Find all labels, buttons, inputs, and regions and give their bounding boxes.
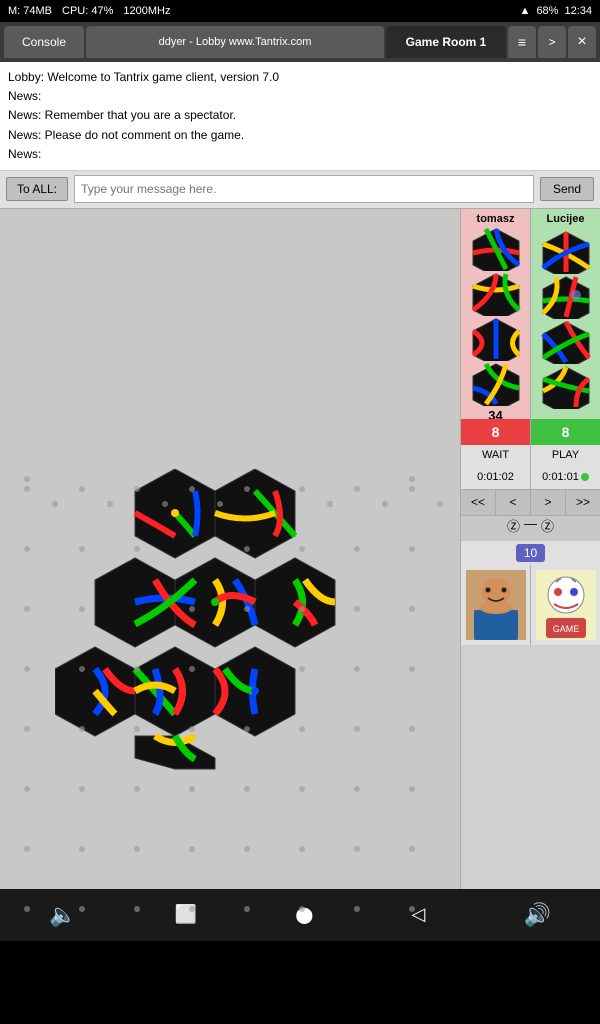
- player-left: tomasz: [461, 209, 531, 419]
- player-right-name: Lucijee: [547, 213, 585, 225]
- chat-line-2: News:: [8, 87, 592, 106]
- timer-row: 0:01:02 0:01:01: [461, 465, 600, 489]
- status-right: ▲ 68% 12:34: [520, 5, 592, 17]
- right-panel: tomasz: [460, 209, 600, 889]
- symbol-row: Ⓩ — Ⓩ: [461, 515, 600, 541]
- tile-left-1: [471, 227, 521, 271]
- timer-left: 0:01:02: [461, 465, 531, 489]
- score-left: 8: [461, 419, 531, 445]
- avatar-right: GAME: [531, 565, 600, 645]
- tab-close[interactable]: ×: [568, 26, 596, 58]
- time-label: 12:34: [564, 5, 592, 17]
- status-row: WAIT PLAY: [461, 445, 600, 465]
- nav-btn-last[interactable]: >>: [566, 490, 600, 515]
- tile-right-3: [541, 320, 591, 364]
- svg-text:GAME: GAME: [552, 624, 579, 634]
- symbol-left: Ⓩ: [507, 516, 520, 541]
- chat-line-1: Lobby: Welcome to Tantrix game client, v…: [8, 68, 592, 87]
- nav-btn-next[interactable]: >: [531, 490, 566, 515]
- nav-btn-first[interactable]: <<: [461, 490, 496, 515]
- counter-badge: 10: [516, 544, 545, 562]
- message-row: To ALL: Send: [0, 171, 600, 209]
- board-area: /* dots rendered inline */: [0, 209, 460, 889]
- symbol-right: Ⓩ: [541, 516, 554, 541]
- message-input[interactable]: [74, 175, 534, 203]
- status-left: M: 74MB CPU: 47% 1200MHz: [8, 5, 170, 17]
- player-left-name: tomasz: [477, 213, 515, 225]
- player-right-tiles: [541, 227, 591, 413]
- symbol-dash: —: [524, 516, 537, 541]
- to-all-button[interactable]: To ALL:: [6, 177, 68, 201]
- avatar-right-img: GAME: [536, 570, 596, 640]
- close-icon: ×: [577, 33, 586, 51]
- tile-right-4: [541, 365, 591, 409]
- tab-console[interactable]: Console: [4, 26, 84, 58]
- score-row: 8 8: [461, 419, 600, 445]
- status-left: WAIT: [461, 445, 531, 465]
- wifi-icon: ▲: [520, 5, 531, 17]
- players-row: tomasz: [461, 209, 600, 419]
- player-right: Lucijee: [531, 209, 600, 419]
- tile-right-2: [541, 275, 591, 319]
- tile-right-1: [541, 230, 591, 274]
- chat-line-3: News: Remember that you are a spectator.: [8, 106, 592, 125]
- status-right: PLAY: [531, 445, 600, 465]
- avatars-row: GAME: [461, 565, 600, 645]
- tab-menu[interactable]: ≡: [508, 26, 536, 58]
- tab-gameroom[interactable]: Game Room 1: [386, 26, 506, 58]
- battery-label: 68%: [536, 5, 558, 17]
- chat-area: Lobby: Welcome to Tantrix game client, v…: [0, 62, 600, 171]
- avatar-left-img: [466, 570, 526, 640]
- tile-left-4: [471, 362, 521, 406]
- status-bar: M: 74MB CPU: 47% 1200MHz ▲ 68% 12:34: [0, 0, 600, 22]
- tab-lobby[interactable]: ddyer - Lobby www.Tantrix.com: [86, 26, 384, 58]
- player-left-tiles: [471, 227, 521, 406]
- counter-row: 10: [461, 541, 600, 565]
- menu-icon: ≡: [518, 34, 526, 50]
- score-right: 8: [531, 419, 600, 445]
- send-button[interactable]: Send: [540, 177, 594, 201]
- chat-line-4: News: Please do not comment on the game.: [8, 126, 592, 145]
- board-cluster: [55, 469, 375, 779]
- cpu-label: CPU: 47%: [62, 5, 113, 17]
- extra-icon: >: [548, 35, 555, 49]
- browser-chrome: Console ddyer - Lobby www.Tantrix.com Ga…: [0, 22, 600, 62]
- tab-extra[interactable]: >: [538, 26, 566, 58]
- nav-btn-prev[interactable]: <: [496, 490, 531, 515]
- volume-up-icon[interactable]: 🔊: [523, 902, 550, 928]
- nav-row: << < > >>: [461, 489, 600, 515]
- avatar-left: [461, 565, 531, 645]
- timer-dot: [581, 473, 589, 481]
- memory-label: M: 74MB: [8, 5, 52, 17]
- tile-left-3: [471, 317, 521, 361]
- freq-label: 1200MHz: [123, 5, 170, 17]
- tile-left-2: [471, 272, 521, 316]
- timer-right: 0:01:01: [531, 465, 600, 489]
- chat-line-5: News:: [8, 145, 592, 164]
- game-area: /* dots rendered inline */: [0, 209, 600, 889]
